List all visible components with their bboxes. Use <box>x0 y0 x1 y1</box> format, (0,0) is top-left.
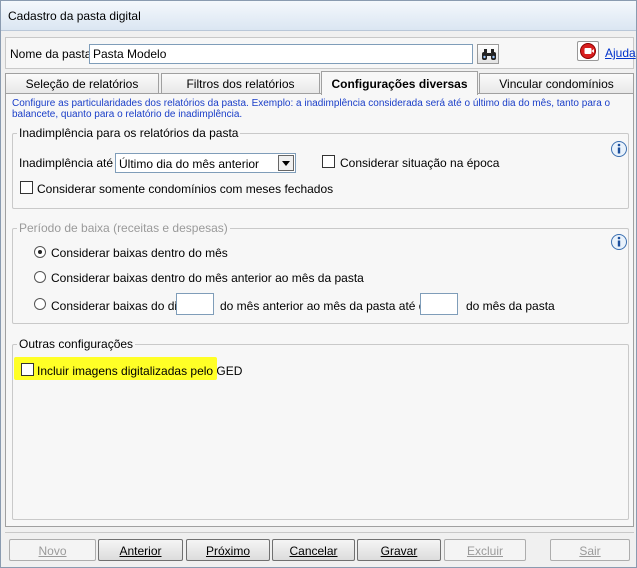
header-panel: Nome da pasta: Ajuda <box>5 37 636 69</box>
binoculars-search-button[interactable] <box>477 44 499 64</box>
periodo-baixa-legend: Período de baixa (receitas e despesas) <box>17 221 230 235</box>
tab-label: Filtros dos relatórios <box>186 77 295 91</box>
inadimplencia-group: Inadimplência para os relatórios da past… <box>12 126 629 209</box>
middle-text: do mês anterior ao mês da pasta até dia <box>220 299 435 313</box>
info-icon[interactable] <box>610 140 628 158</box>
situacao-epoca-checkbox[interactable] <box>322 155 335 168</box>
stop-record-icon <box>580 43 596 59</box>
radio-baixas-mes-anterior-label: Considerar baixas dentro do mês anterior… <box>51 271 364 285</box>
tab-configuracoes-diversas[interactable]: Configurações diversas <box>321 71 478 95</box>
novo-button[interactable]: Novo <box>9 539 96 561</box>
tab-filtros-relatorios[interactable]: Filtros dos relatórios <box>161 73 320 93</box>
info-icon[interactable] <box>610 233 628 251</box>
help-link[interactable]: Ajuda <box>605 46 636 60</box>
radio-baixas-mes-anterior[interactable] <box>34 271 46 283</box>
dialog-window: Cadastro da pasta digital Nome da pasta: <box>0 0 637 568</box>
chevron-down-icon[interactable] <box>278 155 294 171</box>
cancelar-button[interactable]: Cancelar <box>272 539 355 561</box>
proximo-button-label: Próximo <box>205 544 250 558</box>
inadimplencia-ate-label: Inadimplência até <box>19 156 114 170</box>
gravar-button[interactable]: Gravar <box>357 539 441 561</box>
tab-label: Seleção de relatórios <box>25 77 139 91</box>
inadimplencia-ate-select[interactable]: Último dia do mês anterior <box>115 153 296 173</box>
meses-fechados-checkbox[interactable] <box>20 181 33 194</box>
radio-baixas-dentro-mes-label: Considerar baixas dentro do mês <box>51 246 228 260</box>
excluir-button[interactable]: Excluir <box>444 539 526 561</box>
inadimplencia-legend: Inadimplência para os relatórios da past… <box>17 126 241 140</box>
window-title: Cadastro da pasta digital <box>8 9 141 23</box>
excluir-button-label: Excluir <box>466 544 503 558</box>
ged-label: Incluir imagens digitalizadas pelo GED <box>37 364 243 378</box>
tab-selecao-relatorios[interactable]: Seleção de relatórios <box>5 73 159 93</box>
anterior-button[interactable]: Anterior <box>98 539 183 561</box>
name-input[interactable] <box>89 44 473 64</box>
cancelar-button-label: Cancelar <box>289 544 338 558</box>
tab-panel-configuracoes: Configure as particularidades dos relató… <box>5 93 634 527</box>
radio-baixas-do-dia-label: Considerar baixas do dia <box>51 299 184 313</box>
tab-label: Vincular condomínios <box>499 77 614 91</box>
radio-baixas-dentro-mes[interactable] <box>34 246 46 258</box>
end-text: do mês da pasta <box>466 299 555 313</box>
to-day-input[interactable] <box>420 293 458 315</box>
sair-button[interactable]: Sair <box>550 539 630 561</box>
novo-button-label: Novo <box>38 544 67 558</box>
meses-fechados-label: Considerar somente condomínios com meses… <box>37 182 334 196</box>
situacao-epoca-label: Considerar situação na época <box>340 156 500 170</box>
from-day-input[interactable] <box>176 293 214 315</box>
help-button[interactable] <box>577 41 599 61</box>
description-text: Configure as particularidades dos relató… <box>12 98 611 120</box>
inadimplencia-ate-value: Último dia do mês anterior <box>119 157 260 171</box>
tab-label: Configurações diversas <box>331 77 468 91</box>
tab-vincular-condominios[interactable]: Vincular condomínios <box>479 73 634 93</box>
gravar-button-label: Gravar <box>380 544 418 558</box>
proximo-button[interactable]: Próximo <box>186 539 270 561</box>
name-label: Nome da pasta: <box>10 47 95 61</box>
title-bar: Cadastro da pasta digital <box>1 1 636 31</box>
ged-checkbox[interactable] <box>21 363 34 376</box>
outras-config-legend: Outras configurações <box>17 337 136 351</box>
radio-baixas-do-dia[interactable] <box>34 298 46 310</box>
binoculars-icon <box>482 49 496 60</box>
periodo-baixa-group: Período de baixa (receitas e despesas) C… <box>12 221 629 324</box>
anterior-button-label: Anterior <box>119 544 162 558</box>
sair-button-label: Sair <box>579 544 601 558</box>
